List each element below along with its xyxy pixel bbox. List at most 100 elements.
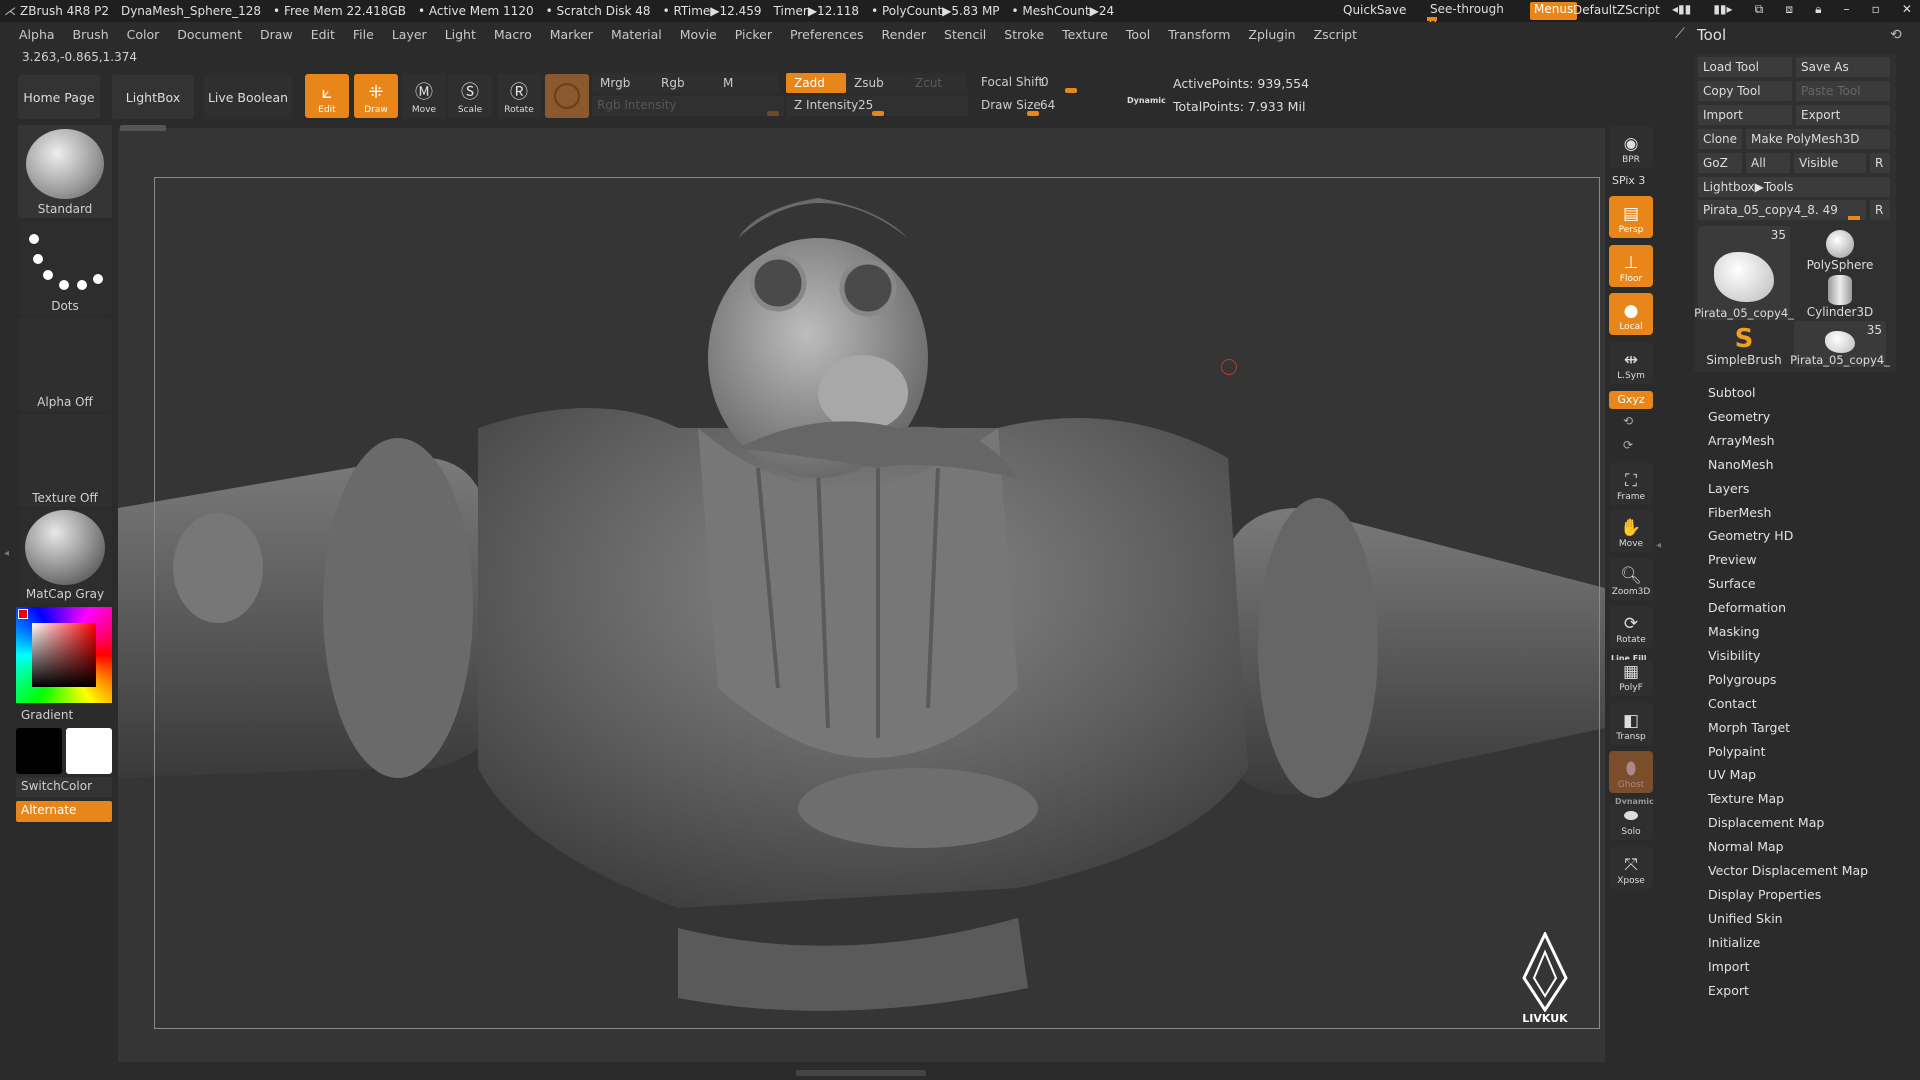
subpalette-surface[interactable]: Surface: [1708, 576, 1756, 591]
menu-render[interactable]: Render: [873, 27, 936, 42]
menu-edit[interactable]: Edit: [302, 27, 344, 42]
lightbox-tools-button[interactable]: Lightbox▶Tools: [1698, 177, 1890, 197]
shelf-scroll-handle[interactable]: [120, 125, 166, 131]
right-shelf-collapse-icon[interactable]: ◂: [1656, 540, 1661, 551]
load-tool-button[interactable]: Load Tool: [1698, 57, 1792, 77]
alternate-button[interactable]: Alternate: [16, 801, 112, 822]
primary-color-swatch[interactable]: [66, 728, 112, 774]
subpalette-layers[interactable]: Layers: [1708, 481, 1749, 496]
menu-color[interactable]: Color: [118, 27, 169, 42]
menu-layer[interactable]: Layer: [383, 27, 436, 42]
xyz-toggle[interactable]: Gxyz: [1609, 391, 1653, 409]
paste-tool-button[interactable]: Paste Tool: [1796, 81, 1890, 101]
import-button[interactable]: Import: [1698, 105, 1792, 125]
pan-right-icon[interactable]: ▮▮▸: [1713, 2, 1732, 20]
copy-tool-button[interactable]: Copy Tool: [1698, 81, 1792, 101]
tool-thumb-pirata-1[interactable]: 35 Pirata_05_copy4_: [1694, 226, 1794, 320]
pan-left-icon[interactable]: ◂▮▮: [1672, 2, 1691, 20]
goz-all-button[interactable]: All: [1746, 153, 1790, 173]
persp-button[interactable]: ▤ Persp: [1609, 196, 1653, 238]
solo-button[interactable]: ⬬ Solo: [1609, 804, 1653, 840]
tool-palette-refresh-icon[interactable]: ⟲: [1890, 27, 1902, 43]
menu-macro[interactable]: Macro: [485, 27, 541, 42]
menu-document[interactable]: Document: [168, 27, 251, 42]
polyf-button[interactable]: ▦ PolyF: [1609, 660, 1653, 696]
goz-button[interactable]: GoZ: [1698, 153, 1742, 173]
rgb-toggle[interactable]: Rgb: [653, 73, 717, 93]
menu-stroke[interactable]: Stroke: [995, 27, 1053, 42]
menu-marker[interactable]: Marker: [541, 27, 602, 42]
menu-file[interactable]: File: [344, 27, 383, 42]
move-button[interactable]: Ⓜ Move: [402, 74, 446, 118]
menu-alpha[interactable]: Alpha: [10, 27, 64, 42]
m-toggle[interactable]: M: [715, 73, 779, 93]
menu-zscript[interactable]: Zscript: [1305, 27, 1366, 42]
live-boolean-button[interactable]: Live Boolean: [204, 75, 292, 119]
texture-picker[interactable]: Texture Off: [18, 414, 112, 507]
clone-button[interactable]: Clone: [1698, 129, 1742, 149]
color-picker[interactable]: [16, 607, 112, 703]
tool-thumb-pirata-2[interactable]: 35 Pirata_05_copy4_: [1790, 321, 1890, 367]
bpr-button[interactable]: ◉ BPR: [1609, 126, 1653, 168]
edit-button[interactable]: ⟀ Edit: [305, 74, 349, 118]
subpalette-polygroups[interactable]: Polygroups: [1708, 672, 1776, 687]
goz-r-button[interactable]: R: [1870, 153, 1890, 173]
subpalette-arraymesh[interactable]: ArrayMesh: [1708, 433, 1775, 448]
maximize-icon[interactable]: ▫: [1872, 2, 1880, 20]
make-polymesh-button[interactable]: Make PolyMesh3D: [1746, 129, 1890, 149]
lightbox-button[interactable]: LightBox: [112, 75, 194, 119]
save-as-button[interactable]: Save As: [1796, 57, 1890, 77]
menus-toggle[interactable]: Menus: [1530, 2, 1578, 20]
tool-palette-pin-icon[interactable]: ⟋: [1675, 26, 1685, 42]
subpalette-morph-target[interactable]: Morph Target: [1708, 720, 1790, 735]
draw-button[interactable]: ⁜ Draw: [354, 74, 398, 118]
rotate-button[interactable]: Ⓡ Rotate: [497, 74, 541, 118]
subpalette-display-properties[interactable]: Display Properties: [1708, 887, 1821, 902]
subpalette-nanomesh[interactable]: NanoMesh: [1708, 457, 1774, 472]
alpha-picker[interactable]: Alpha Off: [18, 318, 112, 411]
minimize-icon[interactable]: –: [1844, 2, 1850, 20]
menu-stencil[interactable]: Stencil: [935, 27, 995, 42]
ghost-button[interactable]: ⬮ Ghost: [1609, 751, 1653, 793]
menu-preferences[interactable]: Preferences: [781, 27, 873, 42]
rgb-intensity-slider[interactable]: Rgb Intensity: [592, 96, 784, 116]
axis-rotate-icon[interactable]: ⟲: [1623, 414, 1633, 428]
subpalette-deformation[interactable]: Deformation: [1708, 600, 1786, 615]
export-button[interactable]: Export: [1796, 105, 1890, 125]
color-square[interactable]: [32, 623, 96, 687]
lsym-button[interactable]: ⇹ L.Sym: [1609, 342, 1653, 384]
floor-button[interactable]: ⊥ Floor: [1609, 245, 1653, 287]
subpalette-preview[interactable]: Preview: [1708, 552, 1757, 567]
menu-material[interactable]: Material: [602, 27, 671, 42]
stroke-picker[interactable]: Dots: [18, 222, 112, 315]
subpalette-contact[interactable]: Contact: [1708, 696, 1757, 711]
switchcolor-button[interactable]: SwitchColor: [16, 777, 112, 797]
subpalette-unified-skin[interactable]: Unified Skin: [1708, 911, 1783, 926]
menu-transform[interactable]: Transform: [1159, 27, 1239, 42]
canvas-scroll-handle[interactable]: [796, 1070, 926, 1076]
rotate-view-button[interactable]: ⟳ Rotate: [1609, 606, 1653, 648]
material-swatch-button[interactable]: [545, 74, 589, 118]
lock-icon[interactable]: 🔒︎: [1815, 2, 1821, 20]
scale-button[interactable]: Ⓢ Scale: [448, 74, 492, 118]
spix-slider[interactable]: SPix 3: [1612, 174, 1645, 187]
tool-thumb-simplebrush[interactable]: S SimpleBrush: [1698, 321, 1790, 367]
close-icon[interactable]: ✕: [1902, 2, 1912, 20]
current-tool-slider[interactable]: Pirata_05_copy4_8. 49: [1698, 200, 1866, 220]
menu-texture[interactable]: Texture: [1053, 27, 1117, 42]
local-button[interactable]: ● Local: [1609, 293, 1653, 335]
subpalette-vector-displacement-map[interactable]: Vector Displacement Map: [1708, 863, 1868, 878]
subpalette-initialize[interactable]: Initialize: [1708, 935, 1760, 950]
zoom3d-button[interactable]: 🔍︎ Zoom3D: [1609, 558, 1653, 600]
menu-movie[interactable]: Movie: [671, 27, 726, 42]
home-page-button[interactable]: Home Page: [18, 75, 100, 119]
layout-icon[interactable]: ⧉: [1755, 2, 1764, 20]
dynamic-toggle[interactable]: Dynamic: [1127, 96, 1166, 105]
draw-size-slider[interactable]: Draw Size 64 Dynamic: [975, 96, 1166, 116]
goz-visible-button[interactable]: Visible: [1794, 153, 1866, 173]
default-zscript-button[interactable]: DefaultZScript: [1573, 3, 1660, 17]
transp-button[interactable]: ◧ Transp: [1609, 703, 1653, 745]
gradient-label[interactable]: Gradient: [21, 708, 73, 722]
subpalette-texture-map[interactable]: Texture Map: [1708, 791, 1784, 806]
tool-thumb-polysphere[interactable]: PolySphere: [1794, 226, 1886, 272]
